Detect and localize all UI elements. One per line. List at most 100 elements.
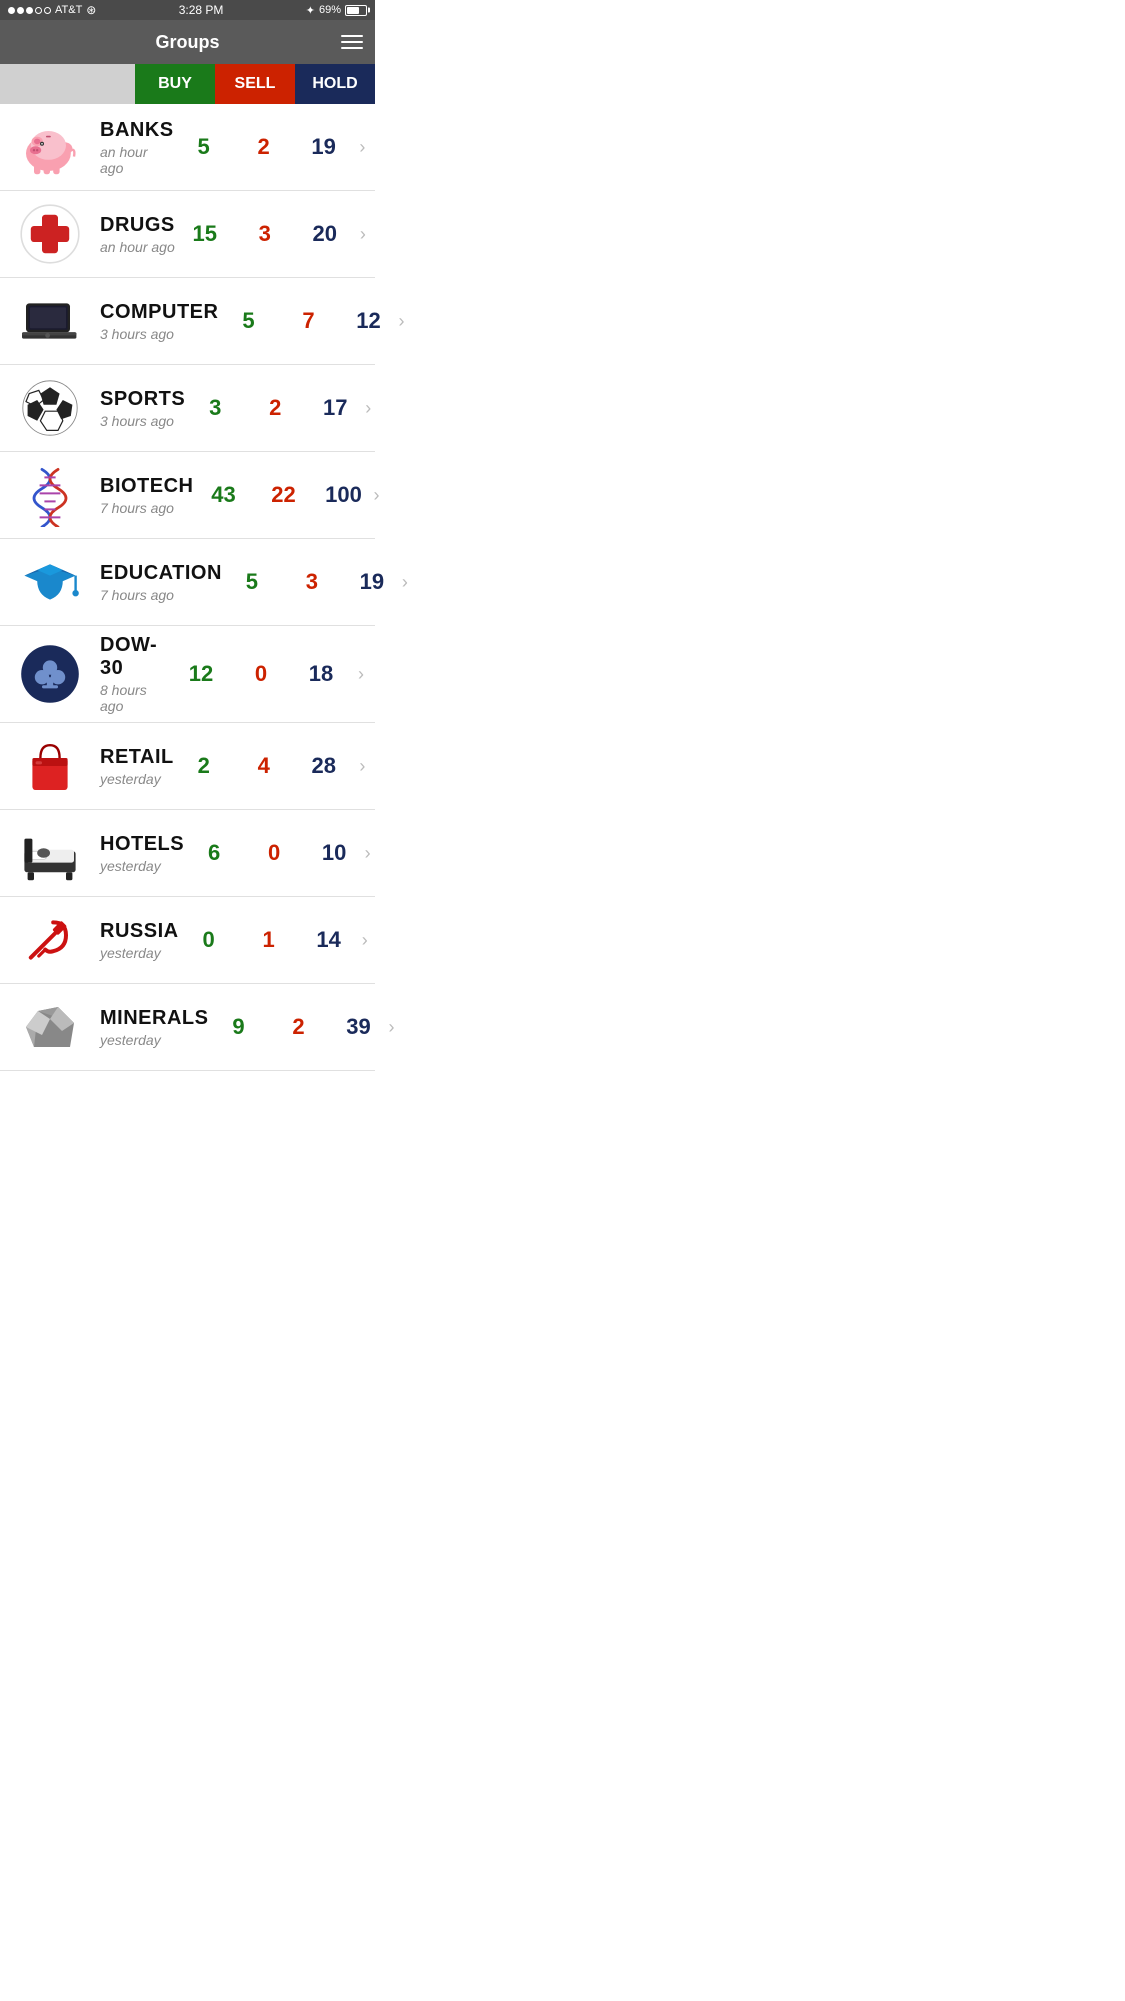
chevron-icon-minerals: › — [388, 1017, 394, 1038]
group-numbers-minerals: 9 2 39 — [208, 1014, 388, 1040]
status-bar: AT&T ⊛ 3:28 PM ✦ 69% — [0, 0, 375, 20]
group-info-minerals: MINERALS yesterday — [100, 1007, 208, 1048]
hold-count-hotels: 10 — [304, 840, 364, 866]
group-icon-banks — [0, 112, 100, 182]
buy-count-computer: 5 — [218, 308, 278, 334]
group-numbers-banks: 5 2 19 — [174, 134, 354, 160]
hold-count-banks: 19 — [294, 134, 354, 160]
hold-count-russia: 14 — [299, 927, 359, 953]
dot1 — [8, 7, 15, 14]
group-row-retail[interactable]: RETAIL yesterday 2 4 28 › — [0, 723, 375, 810]
group-numbers-dow30: 12 0 18 — [171, 661, 351, 687]
group-info-dow30: DOW-30 8 hours ago — [100, 634, 171, 714]
group-numbers-retail: 2 4 28 — [174, 753, 354, 779]
hold-count-sports: 17 — [305, 395, 365, 421]
group-name-drugs: DRUGS — [100, 214, 175, 237]
sell-count-drugs: 3 — [235, 221, 295, 247]
group-icon-dow30 — [0, 639, 100, 709]
group-time-computer: 3 hours ago — [100, 326, 218, 342]
buy-count-biotech: 43 — [194, 482, 254, 508]
group-numbers-hotels: 6 0 10 — [184, 840, 364, 866]
group-numbers-education: 5 3 19 — [222, 569, 402, 595]
buy-count-minerals: 9 — [208, 1014, 268, 1040]
chevron-icon-sports: › — [365, 398, 371, 419]
group-row-russia[interactable]: RUSSIA yesterday 0 1 14 › — [0, 897, 375, 984]
buy-count-russia: 0 — [179, 927, 239, 953]
group-icon-retail — [0, 731, 100, 801]
group-name-education: EDUCATION — [100, 562, 222, 585]
group-numbers-drugs: 15 3 20 — [175, 221, 355, 247]
group-name-hotels: HOTELS — [100, 833, 184, 856]
group-row-education[interactable]: EDUCATION 7 hours ago 5 3 19 › — [0, 539, 375, 626]
group-name-biotech: BIOTECH — [100, 475, 194, 498]
battery-icon — [345, 5, 367, 16]
hold-count-retail: 28 — [294, 753, 354, 779]
buy-count-dow30: 12 — [171, 661, 231, 687]
buy-count-banks: 5 — [174, 134, 234, 160]
group-time-minerals: yesterday — [100, 1032, 208, 1048]
group-info-hotels: HOTELS yesterday — [100, 833, 184, 874]
group-info-sports: SPORTS 3 hours ago — [100, 388, 185, 429]
group-name-russia: RUSSIA — [100, 920, 179, 943]
group-row-hotels[interactable]: HOTELS yesterday 6 0 10 › — [0, 810, 375, 897]
signal-dots — [8, 7, 51, 14]
status-right: ✦ 69% — [306, 4, 367, 17]
group-info-drugs: DRUGS an hour ago — [100, 214, 175, 255]
hold-count-dow30: 18 — [291, 661, 351, 687]
menu-button[interactable] — [341, 35, 363, 49]
dot5 — [44, 7, 51, 14]
hold-count-education: 19 — [342, 569, 402, 595]
chevron-icon-banks: › — [354, 137, 371, 158]
sell-count-minerals: 2 — [268, 1014, 328, 1040]
chevron-icon-retail: › — [354, 756, 371, 777]
groups-list: BANKS an hour ago 5 2 19 › DRUGS an hour… — [0, 104, 375, 1071]
group-time-biotech: 7 hours ago — [100, 500, 194, 516]
group-name-sports: SPORTS — [100, 388, 185, 411]
group-row-banks[interactable]: BANKS an hour ago 5 2 19 › — [0, 104, 375, 191]
group-time-dow30: 8 hours ago — [100, 682, 171, 714]
group-icon-computer — [0, 286, 100, 356]
group-info-retail: RETAIL yesterday — [100, 746, 174, 787]
hamburger-line2 — [341, 41, 363, 43]
group-info-education: EDUCATION 7 hours ago — [100, 562, 222, 603]
group-row-sports[interactable]: SPORTS 3 hours ago 3 2 17 › — [0, 365, 375, 452]
dot3 — [26, 7, 33, 14]
group-info-computer: COMPUTER 3 hours ago — [100, 301, 218, 342]
hamburger-line1 — [341, 35, 363, 37]
nav-title: Groups — [155, 32, 219, 53]
dot4 — [35, 7, 42, 14]
buy-header: BUY — [135, 64, 215, 104]
group-time-hotels: yesterday — [100, 858, 184, 874]
sell-count-retail: 4 — [234, 753, 294, 779]
group-row-biotech[interactable]: BIOTECH 7 hours ago 43 22 100 › — [0, 452, 375, 539]
battery-percent: 69% — [319, 4, 341, 16]
group-time-russia: yesterday — [100, 945, 179, 961]
chevron-icon-drugs: › — [355, 224, 371, 245]
group-info-russia: RUSSIA yesterday — [100, 920, 179, 961]
group-numbers-sports: 3 2 17 — [185, 395, 365, 421]
sell-count-education: 3 — [282, 569, 342, 595]
hamburger-line3 — [341, 47, 363, 49]
wifi-icon: ⊛ — [86, 3, 96, 17]
group-row-computer[interactable]: COMPUTER 3 hours ago 5 7 12 › — [0, 278, 375, 365]
group-name-retail: RETAIL — [100, 746, 174, 769]
group-name-computer: COMPUTER — [100, 301, 218, 324]
hold-header: HOLD — [295, 64, 375, 104]
group-numbers-biotech: 43 22 100 — [194, 482, 374, 508]
group-row-minerals[interactable]: MINERALS yesterday 9 2 39 › — [0, 984, 375, 1071]
chevron-icon-russia: › — [359, 930, 371, 951]
group-row-dow30[interactable]: DOW-30 8 hours ago 12 0 18 › — [0, 626, 375, 723]
group-icon-drugs — [0, 199, 100, 269]
sell-count-biotech: 22 — [254, 482, 314, 508]
sell-count-hotels: 0 — [244, 840, 304, 866]
dot2 — [17, 7, 24, 14]
group-icon-education — [0, 547, 100, 617]
chevron-icon-biotech: › — [374, 485, 380, 506]
group-icon-minerals — [0, 992, 100, 1062]
group-name-dow30: DOW-30 — [100, 634, 171, 680]
group-row-drugs[interactable]: DRUGS an hour ago 15 3 20 › — [0, 191, 375, 278]
buy-count-retail: 2 — [174, 753, 234, 779]
hold-count-drugs: 20 — [295, 221, 355, 247]
carrier-label: AT&T — [55, 4, 82, 16]
time-label: 3:28 PM — [179, 3, 224, 17]
